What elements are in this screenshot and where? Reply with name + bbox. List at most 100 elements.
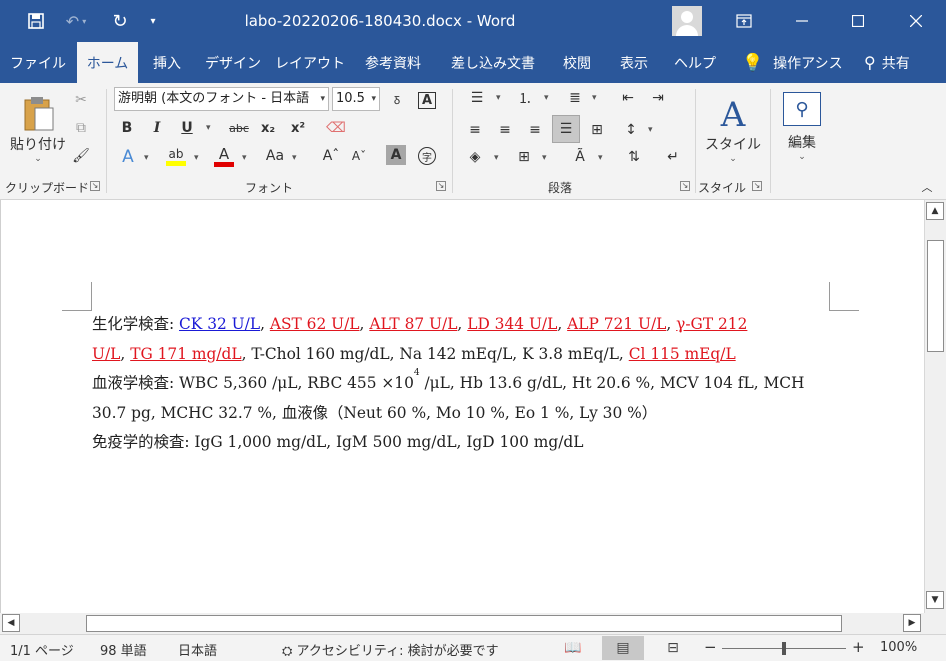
close-button[interactable] xyxy=(888,0,944,42)
document-body[interactable]: 生化学検査: CK 32 U/L, AST 62 U/L, ALT 87 U/L… xyxy=(92,310,832,458)
scroll-left-button[interactable]: ◀ xyxy=(2,614,20,632)
styles-button[interactable]: A スタイル ⌄ xyxy=(703,87,763,173)
chevron-down-icon[interactable]: ▾ xyxy=(592,93,597,103)
align-left-button[interactable]: ≡ xyxy=(462,117,488,143)
decrease-indent-button[interactable]: ⇤ xyxy=(616,87,640,109)
tab-insert[interactable]: 挿入 xyxy=(140,42,194,83)
chevron-down-icon[interactable]: ▾ xyxy=(544,93,549,103)
lab-value-red[interactable]: LD 344 U/L xyxy=(467,315,557,333)
format-painter-button[interactable]: 🖌 xyxy=(70,145,92,167)
text-effects-button[interactable]: A xyxy=(116,145,140,169)
align-center-button[interactable]: ≡ xyxy=(492,117,518,143)
clear-formatting-button[interactable]: Ᵹ xyxy=(386,89,408,111)
print-layout-button[interactable]: ▤ xyxy=(602,636,644,660)
tab-mailings[interactable]: 差し込み文書 xyxy=(438,42,548,83)
tab-review[interactable]: 校閲 xyxy=(552,42,602,83)
paste-button[interactable]: 貼り付け ⌄ xyxy=(8,87,68,171)
increase-indent-button[interactable]: ⇥ xyxy=(646,87,670,109)
character-shading-button[interactable]: A xyxy=(386,145,406,165)
change-case-button[interactable]: Aa xyxy=(262,145,288,167)
zoom-slider-thumb[interactable] xyxy=(782,642,786,655)
scroll-right-button[interactable]: ▶ xyxy=(903,614,921,632)
align-right-button[interactable]: ≡ xyxy=(522,117,548,143)
text-effects-clear-button[interactable]: ⌫ xyxy=(324,117,348,139)
lab-value-blue[interactable]: CK 32 U/L xyxy=(179,315,260,333)
justify-button[interactable]: ☰ xyxy=(552,115,580,143)
chevron-down-icon[interactable]: ▾ xyxy=(542,153,547,163)
show-marks-button[interactable]: ↵ xyxy=(662,145,684,169)
scroll-down-button[interactable]: ▼ xyxy=(926,591,944,609)
document-line[interactable]: 30.7 pg, MCHC 32.7 %, 血液像（Neut 60 %, Mo … xyxy=(92,399,832,429)
enclose-characters-button[interactable]: 字 xyxy=(416,145,438,167)
language-indicator[interactable]: 日本語 xyxy=(178,640,217,659)
chevron-down-icon[interactable]: ▾ xyxy=(292,153,297,163)
lab-value-red[interactable]: TG 171 mg/dL xyxy=(130,345,241,363)
tab-design[interactable]: デザイン xyxy=(198,42,268,83)
document-text-run[interactable]: 30.7 pg, MCHC 32.7 %, 血液像（Neut 60 %, Mo … xyxy=(92,404,657,422)
multilevel-list-button[interactable]: ≣ xyxy=(560,87,590,109)
document-text-run[interactable]: 免疫学的検査: IgG 1,000 mg/dL, IgM 500 mg/dL, … xyxy=(92,433,583,451)
scroll-up-button[interactable]: ▲ xyxy=(926,202,944,220)
document-line[interactable]: 免疫学的検査: IgG 1,000 mg/dL, IgM 500 mg/dL, … xyxy=(92,428,832,458)
grow-font-button[interactable]: Aˆ xyxy=(320,145,342,167)
document-text-run[interactable]: 生化学検査: xyxy=(92,315,179,333)
character-border-button[interactable]: A xyxy=(416,89,438,111)
maximize-button[interactable] xyxy=(830,0,886,42)
tab-file[interactable]: ファイル xyxy=(0,42,76,83)
font-color-button[interactable]: A xyxy=(212,143,236,169)
borders-button[interactable]: ⊞ xyxy=(512,145,536,169)
chevron-down-icon[interactable]: ▾ xyxy=(496,93,501,103)
font-name-combo[interactable]: 游明朝 (本文のフォント - 日本語 ▾ xyxy=(114,87,329,111)
vertical-scrollbar[interactable]: ▲ ▼ xyxy=(924,200,946,613)
tell-me-box[interactable]: 💡 操作アシス xyxy=(742,42,843,83)
superscript-button[interactable]: x² xyxy=(286,117,310,139)
zoom-out-button[interactable]: − xyxy=(704,638,717,656)
tab-references[interactable]: 参考資料 xyxy=(352,42,434,83)
lab-value-red[interactable]: AST 62 U/L xyxy=(270,315,360,333)
asian-layout-button[interactable]: Ã xyxy=(566,145,594,169)
document-text-run[interactable]: , xyxy=(260,315,270,333)
copy-button[interactable]: ⧉ xyxy=(70,117,92,139)
italic-button[interactable]: I xyxy=(146,117,168,139)
distributed-button[interactable]: ⊞ xyxy=(584,117,610,143)
lab-value-red[interactable]: Cl 115 mEq/L xyxy=(629,345,736,363)
lab-value-red[interactable]: U/L xyxy=(92,345,120,363)
line-spacing-button[interactable]: ↕ xyxy=(618,117,644,143)
document-text-run[interactable]: , xyxy=(120,345,130,363)
lab-value-red[interactable]: ALT 87 U/L xyxy=(369,315,457,333)
document-line[interactable]: 血液学検査: WBC 5,360 /μL, RBC 455 ×104 /μL, … xyxy=(92,369,832,399)
chevron-down-icon[interactable]: ▾ xyxy=(598,153,603,163)
document-text-run[interactable]: , xyxy=(557,315,567,333)
document-text-run[interactable]: /μL, Hb 13.6 g/dL, Ht 20.6 %, MCV 104 fL… xyxy=(420,374,804,392)
share-button[interactable]: ⚲ 共有 xyxy=(864,42,910,83)
styles-launcher-icon[interactable]: ↘ xyxy=(752,181,762,191)
bullets-button[interactable]: ☰ xyxy=(462,87,492,109)
editing-button[interactable]: ⚲ 編集 ⌄ xyxy=(778,87,826,167)
ribbon-display-button[interactable] xyxy=(716,0,772,42)
chevron-down-icon[interactable]: ▾ xyxy=(494,153,499,163)
document-line[interactable]: U/L, TG 171 mg/dL, T-Chol 160 mg/dL, Na … xyxy=(92,340,832,370)
clipboard-launcher-icon[interactable]: ↘ xyxy=(90,181,100,191)
read-mode-button[interactable]: 📖 xyxy=(552,636,594,660)
zoom-level[interactable]: 100% xyxy=(880,640,917,655)
chevron-down-icon[interactable]: ▾ xyxy=(648,125,653,135)
document-line[interactable]: 生化学検査: CK 32 U/L, AST 62 U/L, ALT 87 U/L… xyxy=(92,310,832,340)
cut-button[interactable]: ✂ xyxy=(70,89,92,111)
sort-button[interactable]: ⇅ xyxy=(622,145,646,169)
lab-value-red[interactable]: ALP 721 U/L xyxy=(567,315,666,333)
font-size-combo[interactable]: 10.5 ▾ xyxy=(332,87,380,111)
document-text-run[interactable]: , T-Chol 160 mg/dL, Na 142 mEq/L, K 3.8 … xyxy=(242,345,629,363)
collapse-ribbon-button[interactable]: ︿ xyxy=(918,179,936,195)
chevron-down-icon[interactable]: ▾ xyxy=(194,153,199,163)
lab-value-red[interactable]: γ-GT 212 xyxy=(676,315,747,333)
minimize-button[interactable] xyxy=(774,0,830,42)
document-text-run[interactable]: , xyxy=(666,315,676,333)
tab-view[interactable]: 表示 xyxy=(606,42,662,83)
subscript-button[interactable]: x₂ xyxy=(256,117,280,139)
document-text-run[interactable]: , xyxy=(457,315,467,333)
highlight-button[interactable]: ab xyxy=(164,143,188,169)
document-text-run[interactable]: , xyxy=(360,315,370,333)
chevron-down-icon[interactable]: ▾ xyxy=(206,123,211,133)
bold-button[interactable]: B xyxy=(116,117,138,139)
zoom-in-button[interactable]: + xyxy=(852,638,865,656)
